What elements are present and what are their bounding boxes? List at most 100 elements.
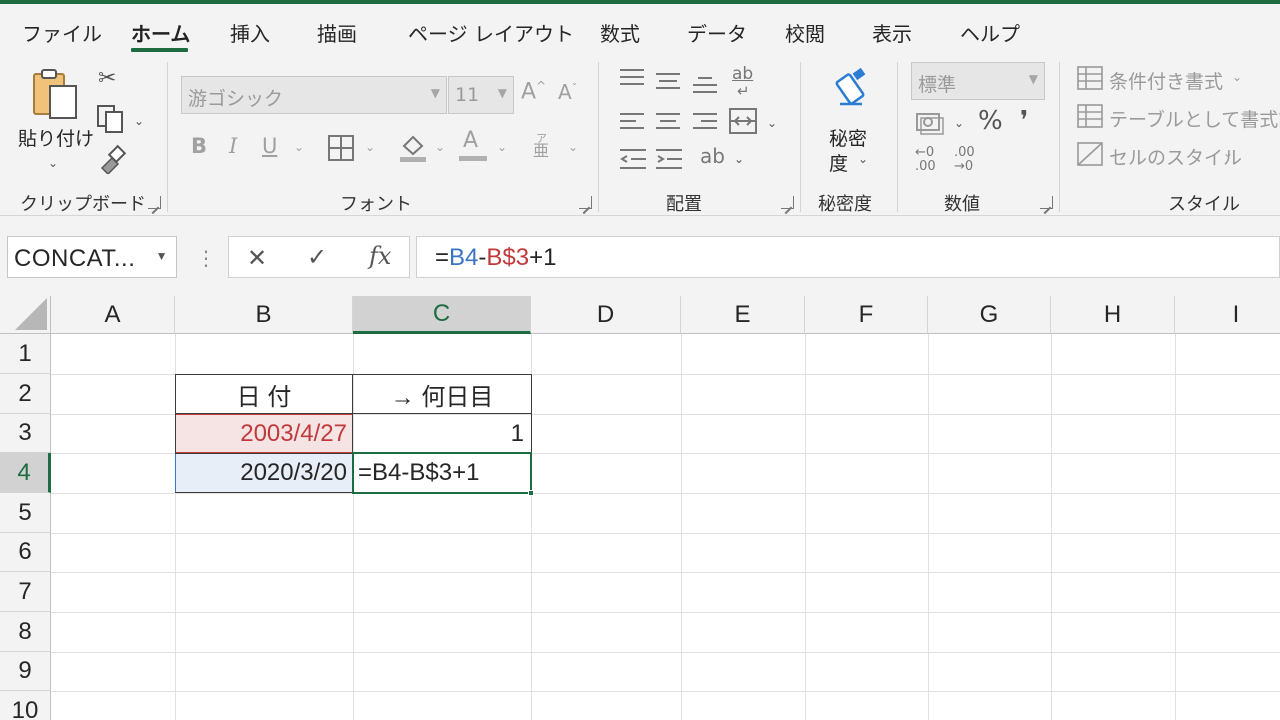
tab-review[interactable]: 校閲 [785,18,825,47]
copy-icon[interactable] [96,104,126,134]
align-middle-icon[interactable] [655,72,681,94]
paste-button[interactable]: 貼り付け ⌄ [14,66,95,176]
accounting-format-icon[interactable] [915,110,945,136]
scissors-icon[interactable]: ✂ [98,68,116,90]
alignment-launcher-icon[interactable] [781,196,794,209]
chevron-down-icon[interactable]: ⌄ [435,140,445,154]
underline-button[interactable]: U [262,136,277,157]
row-header-1[interactable]: 1 [0,334,51,374]
align-top-icon[interactable] [619,68,645,90]
tab-file[interactable]: ファイル [22,18,102,47]
comma-style-button[interactable]: ❜ [1020,108,1028,134]
chevron-down-icon[interactable]: ⌄ [734,152,744,166]
font-launcher-icon[interactable] [579,196,592,209]
fill-color-icon[interactable] [398,132,428,164]
row-header-7[interactable]: 7 [0,572,51,612]
decrease-decimal-button[interactable]: .00 →0 [954,146,984,174]
tab-page-layout[interactable]: ページ レイアウト [408,18,574,47]
borders-icon[interactable] [327,134,355,162]
grow-font-icon[interactable]: A^ [521,80,546,103]
tab-help[interactable]: ヘルプ [960,18,1020,47]
column-header-h[interactable]: H [1051,296,1175,334]
column-header-c[interactable]: C [353,296,531,334]
tab-home[interactable]: ホーム [131,18,190,47]
column-header-e[interactable]: E [681,296,805,334]
insert-function-button[interactable]: fx [369,242,391,270]
worksheet-grid: A B C D E F G H I 1 2 3 4 5 6 7 8 9 10 日… [0,296,1280,720]
column-header-i[interactable]: I [1175,296,1280,334]
row-header-6[interactable]: 6 [0,533,51,572]
cell-c4-active[interactable]: =B4-B$3+1 [352,452,532,494]
align-left-icon[interactable] [619,112,645,134]
number-launcher-icon[interactable] [1040,196,1053,209]
cell-c3[interactable]: 1 [353,414,531,453]
align-right-icon[interactable] [692,112,718,134]
cell-c2[interactable]: → 何日目 [353,374,531,414]
bold-button[interactable]: B [191,136,207,157]
gridline [51,612,1280,613]
number-format-combo[interactable]: 標準 ▼ [911,62,1045,100]
shrink-font-icon[interactable]: Aˇ [558,82,577,102]
tab-formulas[interactable]: 数式 [600,18,640,47]
formula-bar-grip-icon[interactable]: ⋮ [196,246,216,270]
font-color-icon[interactable]: A [463,130,478,152]
chevron-down-icon[interactable]: ⌄ [134,114,144,128]
chevron-down-icon[interactable]: ⌄ [365,140,375,154]
enter-button[interactable]: ✓ [307,243,327,271]
chevron-down-icon[interactable]: ⌄ [858,152,868,166]
merge-center-icon[interactable] [729,108,757,134]
cell-b2[interactable]: 日 付 [175,374,353,414]
row-header-5[interactable]: 5 [0,493,51,533]
orientation-icon[interactable]: ab [700,146,725,166]
increase-decimal-button[interactable]: ←0 .00 [915,146,945,174]
chevron-down-icon[interactable]: ⌄ [497,140,507,154]
tab-insert[interactable]: 挿入 [230,18,270,47]
cell-b4[interactable]: 2020/3/20 [175,453,353,493]
gridline [681,334,682,720]
row-header-10[interactable]: 10 [0,691,51,720]
cell-b3[interactable]: 2003/4/27 [175,414,353,453]
tab-view[interactable]: 表示 [872,18,912,47]
select-all-button[interactable] [0,296,51,334]
chevron-down-icon[interactable]: ⌄ [568,140,578,154]
format-painter-icon[interactable] [96,144,126,174]
chevron-down-icon[interactable]: ⌄ [294,140,304,154]
formula-input[interactable]: =B4-B$3+1 [416,236,1280,278]
group-separator [167,62,168,212]
group-separator [800,62,801,212]
align-center-icon[interactable] [655,112,681,134]
font-name-combo[interactable]: 游ゴシック ▼ [181,76,447,114]
cancel-button[interactable]: ✕ [247,244,267,272]
font-size-combo[interactable]: 11 ▼ [448,76,514,114]
column-header-d[interactable]: D [531,296,681,334]
sensitivity-label-2[interactable]: 度 [829,149,848,176]
row-header-9[interactable]: 9 [0,652,51,691]
row-header-2[interactable]: 2 [0,374,51,414]
clipboard-launcher-icon[interactable] [148,196,161,209]
italic-button[interactable]: I [229,136,237,157]
tab-data[interactable]: データ [687,18,747,47]
column-header-f[interactable]: F [805,296,928,334]
active-tab-indicator [131,48,188,52]
phonetic-guide-icon[interactable]: 亜 [533,143,549,159]
column-header-g[interactable]: G [928,296,1051,334]
wrap-text-icon[interactable]: ab [732,64,753,84]
name-box[interactable]: CONCAT... ▼ [7,236,177,278]
paste-label: 貼り付け [18,128,95,150]
align-bottom-icon[interactable] [692,76,718,98]
column-header-b[interactable]: B [175,296,353,334]
gridline [1175,334,1176,720]
tab-draw[interactable]: 描画 [317,18,357,47]
increase-indent-icon[interactable] [655,148,683,172]
column-header-a[interactable]: A [51,296,175,334]
decrease-indent-icon[interactable] [619,148,647,172]
sensitivity-icon[interactable] [832,68,872,112]
sensitivity-label-1[interactable]: 秘密 [829,124,867,151]
chevron-down-icon[interactable]: ⌄ [767,116,777,130]
row-header-8[interactable]: 8 [0,612,51,652]
chevron-down-icon[interactable]: ⌄ [954,116,964,130]
fill-handle[interactable] [528,490,534,496]
row-header-3[interactable]: 3 [0,414,51,453]
percent-button[interactable]: % [978,108,1003,134]
row-header-4[interactable]: 4 [0,453,51,493]
